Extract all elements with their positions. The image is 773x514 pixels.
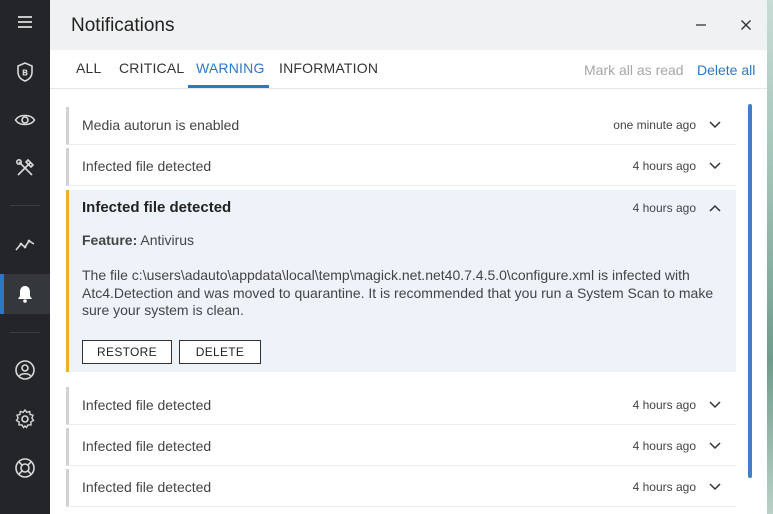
- chevron-up-icon[interactable]: [708, 203, 722, 213]
- chevron-down-icon[interactable]: [708, 400, 722, 410]
- chevron-down-icon[interactable]: [708, 482, 722, 492]
- delete-all-button[interactable]: Delete all: [697, 62, 755, 78]
- notification-description: The file c:\users\adauto\appdata\local\t…: [82, 267, 714, 318]
- notification-feature: Feature: Antivirus: [82, 232, 194, 248]
- notification-time: one minute ago: [613, 118, 696, 132]
- sidebar-divider: [10, 332, 40, 333]
- title-bar: Notifications: [50, 0, 767, 50]
- notification-row[interactable]: Infected file detected 4 hours ago: [66, 469, 736, 507]
- bell-icon[interactable]: [0, 274, 50, 314]
- window-title: Notifications: [71, 15, 175, 36]
- notification-expanded: Infected file detected 4 hours ago Featu…: [66, 190, 736, 372]
- feature-value: Antivirus: [140, 232, 195, 248]
- chevron-down-icon[interactable]: [708, 441, 722, 451]
- sidebar-divider: [10, 205, 40, 206]
- chevron-down-icon[interactable]: [708, 161, 722, 171]
- gear-icon[interactable]: [0, 399, 50, 439]
- hamburger-menu-icon[interactable]: [0, 2, 50, 42]
- svg-text:B: B: [22, 69, 28, 78]
- notification-title: Infected file detected: [82, 397, 212, 413]
- sidebar: B: [0, 0, 50, 514]
- notification-time: 4 hours ago: [632, 439, 696, 453]
- delete-button[interactable]: DELETE: [179, 340, 261, 364]
- bitdefender-shield-icon[interactable]: B: [0, 52, 50, 92]
- close-button[interactable]: [737, 16, 755, 34]
- tab-warning[interactable]: WARNING: [196, 60, 265, 76]
- tab-information[interactable]: INFORMATION: [279, 60, 378, 76]
- notification-time: 4 hours ago: [632, 480, 696, 494]
- tab-critical[interactable]: CRITICAL: [119, 60, 184, 76]
- notification-title[interactable]: Infected file detected: [82, 199, 231, 216]
- notification-row[interactable]: Infected file detected 4 hours ago: [66, 148, 736, 186]
- minimize-icon: [696, 24, 706, 26]
- notification-title: Infected file detected: [82, 438, 212, 454]
- filter-tabs: ALL CRITICAL WARNING INFORMATION Mark al…: [50, 50, 767, 89]
- chevron-down-icon[interactable]: [708, 120, 722, 130]
- user-circle-icon[interactable]: [0, 350, 50, 390]
- notification-title: Infected file detected: [82, 158, 212, 174]
- close-icon: [741, 20, 751, 30]
- notification-time: 4 hours ago: [632, 398, 696, 412]
- scrollbar-thumb[interactable]: [748, 104, 752, 478]
- desktop-background: [767, 0, 773, 514]
- minimize-button[interactable]: [692, 16, 710, 34]
- active-tab-indicator: [188, 85, 269, 88]
- tab-all[interactable]: ALL: [76, 60, 102, 76]
- activity-graph-icon[interactable]: [0, 225, 50, 265]
- notification-row[interactable]: Media autorun is enabled one minute ago: [66, 107, 736, 145]
- notification-time: 4 hours ago: [632, 201, 696, 215]
- notification-title: Infected file detected: [82, 479, 212, 495]
- notification-title: Media autorun is enabled: [82, 117, 240, 133]
- feature-label: Feature:: [82, 232, 138, 248]
- notification-time: 4 hours ago: [632, 159, 696, 173]
- mark-all-read-button[interactable]: Mark all as read: [584, 62, 684, 78]
- notification-row[interactable]: Infected file detected 4 hours ago: [66, 428, 736, 466]
- lifebuoy-icon[interactable]: [0, 448, 50, 488]
- eye-icon[interactable]: [0, 100, 50, 140]
- tools-icon[interactable]: [0, 148, 50, 188]
- notifications-panel: Notifications ALL CRITICAL WARNING INFOR…: [50, 0, 767, 514]
- notification-row[interactable]: Infected file detected 4 hours ago: [66, 387, 736, 425]
- restore-button[interactable]: RESTORE: [82, 340, 172, 364]
